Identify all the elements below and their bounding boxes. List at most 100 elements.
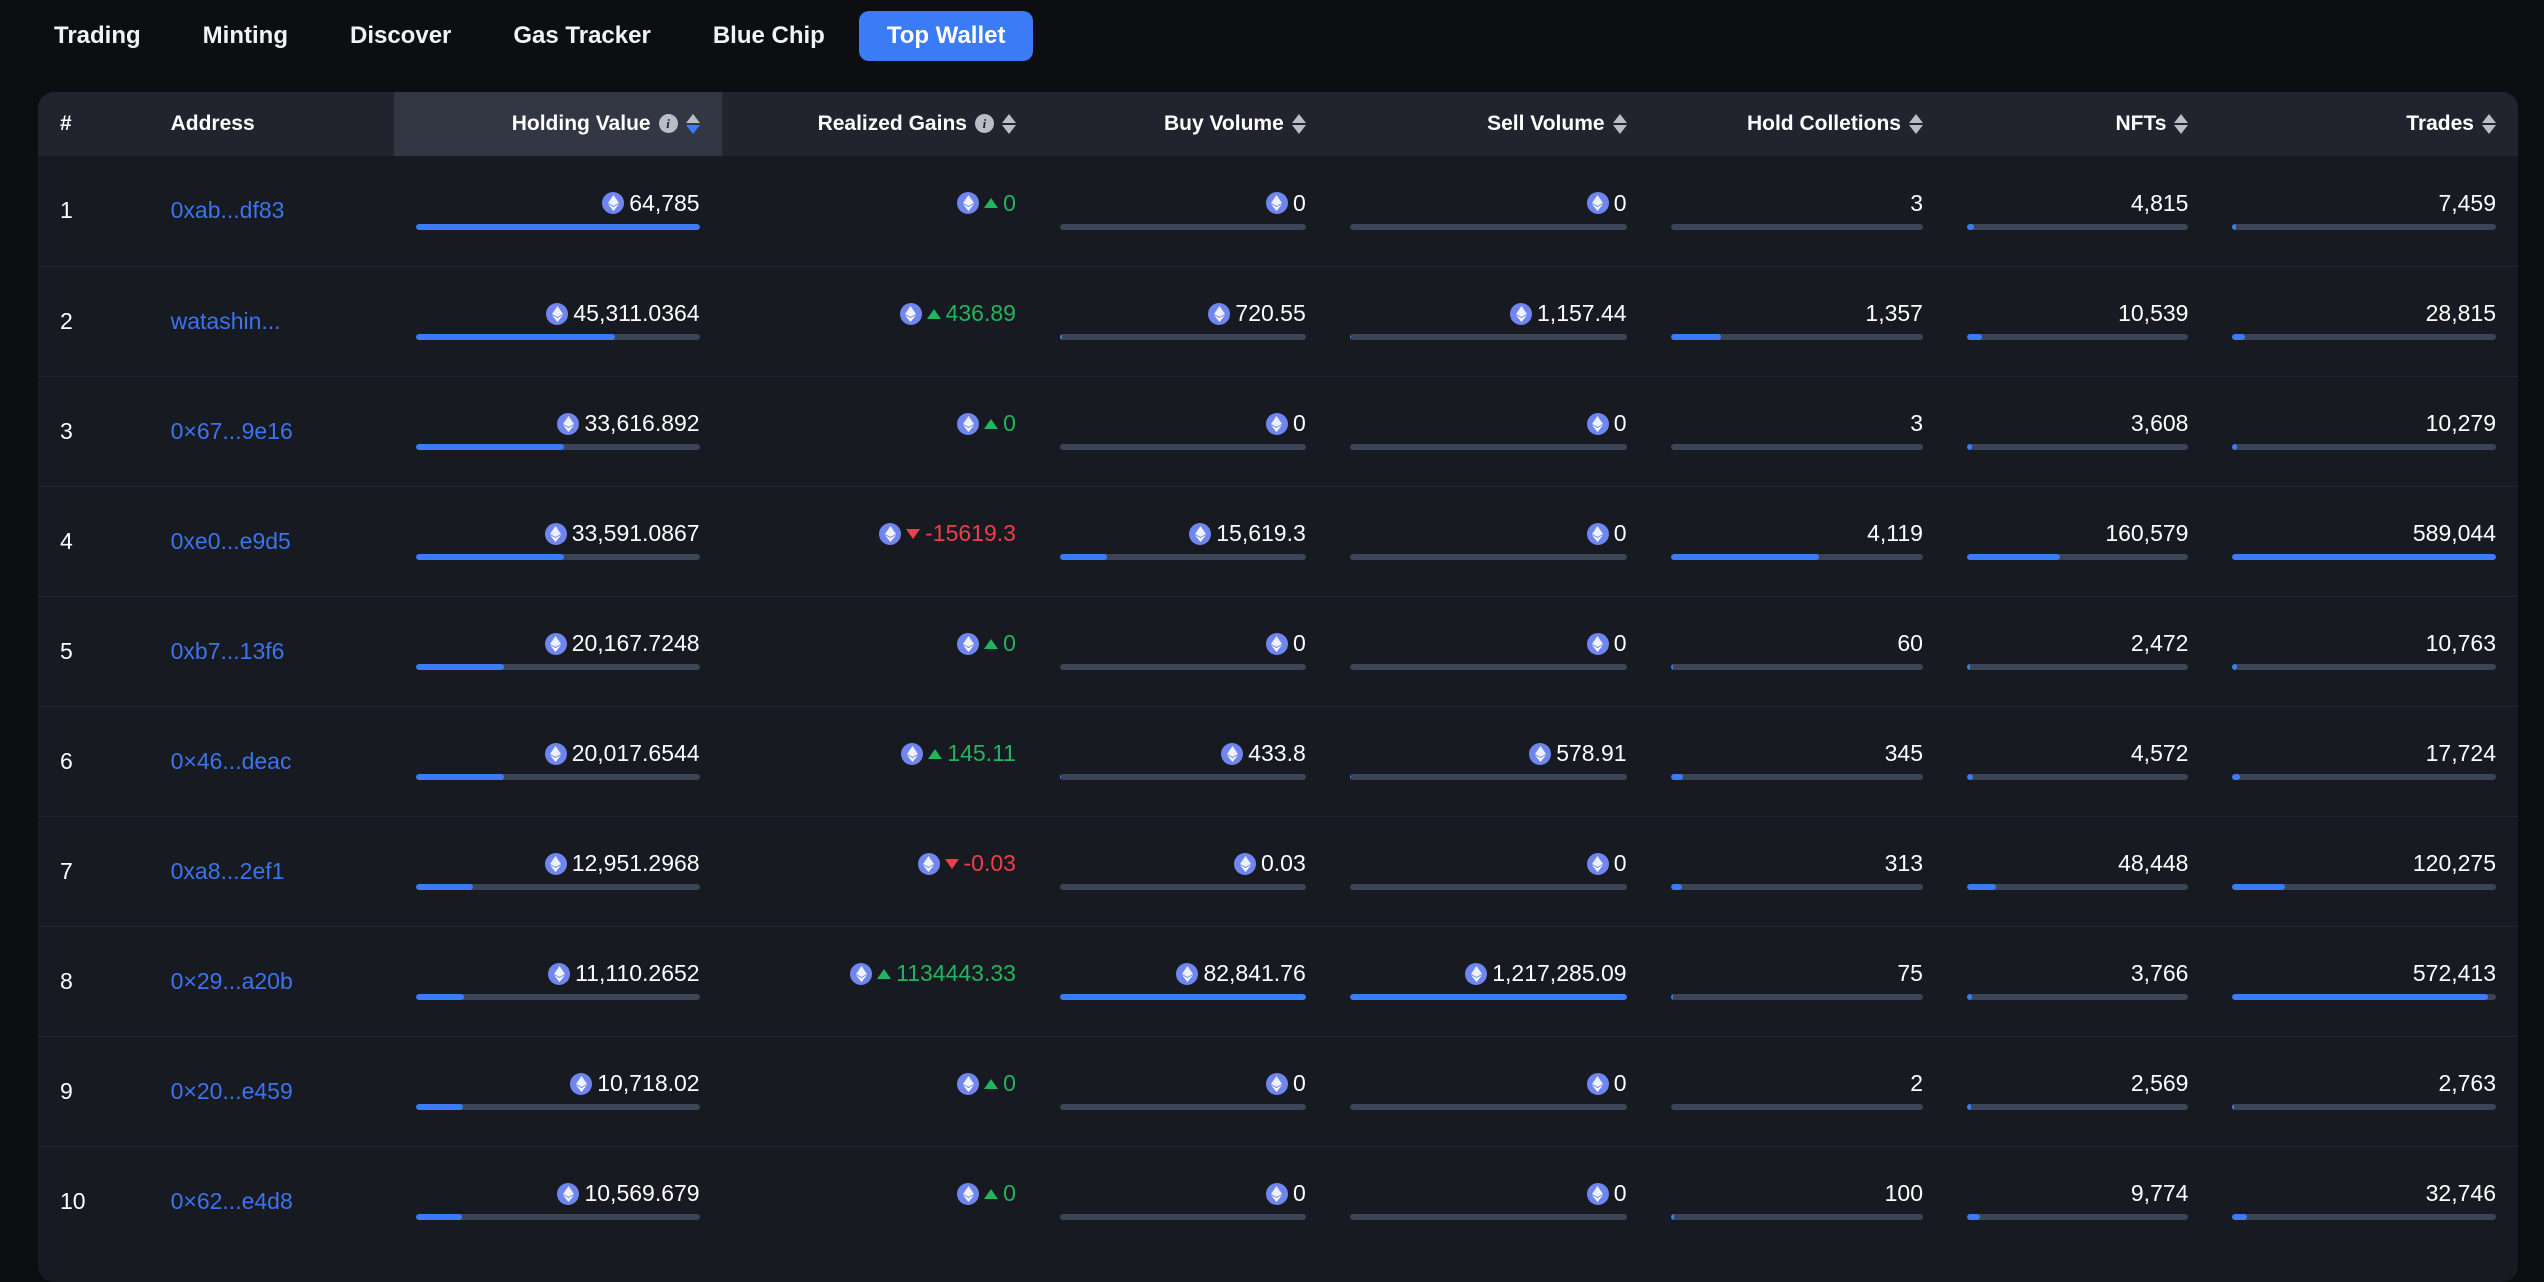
metric-value-text: 10,569.679	[584, 1182, 699, 1205]
cell-address-link[interactable]: 0xab...df83	[149, 156, 395, 266]
cell-buy: 720.55	[1038, 266, 1328, 376]
metric-progress-fill	[1671, 1214, 1675, 1220]
metric-progress-bar	[416, 1214, 699, 1220]
cell-address-link[interactable]: 0×29...a20b	[149, 926, 395, 1036]
sort-arrows-icon[interactable]	[686, 114, 700, 134]
metric-wrapper: -15619.3	[744, 522, 1016, 560]
eth-token-icon	[957, 192, 979, 214]
metric-value-text: 145.11	[947, 742, 1016, 765]
cell-buy: 0	[1038, 376, 1328, 486]
sort-arrows-icon[interactable]	[2174, 114, 2188, 134]
cell-address-link[interactable]: 0×62...e4d8	[149, 1146, 395, 1256]
metric-value: 7,459	[2438, 192, 2496, 215]
nav-item-gas-tracker[interactable]: Gas Tracker	[485, 11, 678, 61]
metric-value: 17,724	[2426, 742, 2496, 765]
cell-gain: -0.03	[722, 816, 1038, 926]
metric-value: 160,579	[2105, 522, 2188, 545]
table-row[interactable]: 70xa8...2ef112,951.2968-0.030.03031348,4…	[38, 816, 2518, 926]
metric-value: 0	[957, 192, 1016, 215]
cell-rank: 9	[38, 1036, 149, 1146]
metric-progress-fill	[1967, 444, 1972, 450]
eth-token-icon	[879, 523, 901, 545]
metric-progress-bar	[416, 884, 699, 890]
cell-address-link[interactable]: 0xb7...13f6	[149, 596, 395, 706]
metric-value-text: 0	[1293, 192, 1306, 215]
column-header-coll[interactable]: Hold Colletions	[1649, 92, 1945, 156]
nav-item-trading[interactable]: Trading	[26, 11, 169, 61]
cell-buy: 433.8	[1038, 706, 1328, 816]
metric-progress-fill	[1967, 334, 1982, 340]
metric-value: 10,279	[2426, 412, 2496, 435]
cell-gain: 0	[722, 156, 1038, 266]
metric-wrapper: 3,766	[1967, 962, 2188, 1000]
metric-progress-fill	[1967, 554, 2060, 560]
sort-arrows-icon[interactable]	[2482, 114, 2496, 134]
table-row[interactable]: 100×62...e4d810,569.6790001009,77432,746	[38, 1146, 2518, 1256]
metric-wrapper: 10,569.679	[416, 1182, 699, 1220]
nav-item-blue-chip[interactable]: Blue Chip	[685, 11, 853, 61]
cell-coll: 100	[1649, 1146, 1945, 1256]
metric-value: 2,763	[2438, 1072, 2496, 1095]
table-row[interactable]: 90×20...e45910,718.0200022,5692,763	[38, 1036, 2518, 1146]
sort-arrows-icon[interactable]	[1002, 114, 1016, 134]
column-header-nft[interactable]: NFTs	[1945, 92, 2210, 156]
sort-arrows-icon[interactable]	[1613, 114, 1627, 134]
table-row[interactable]: 50xb7...13f620,167.7248000602,47210,763	[38, 596, 2518, 706]
table-row[interactable]: 2watashin...45,311.0364436.89720.551,157…	[38, 266, 2518, 376]
metric-wrapper: 48,448	[1967, 852, 2188, 890]
metric-value: 0	[1266, 1072, 1306, 1095]
column-header-inner: Holding Value i	[512, 113, 700, 134]
cell-address-link[interactable]: 0×67...9e16	[149, 376, 395, 486]
metric-progress-fill	[2232, 224, 2235, 230]
column-header-buy[interactable]: Buy Volume	[1038, 92, 1328, 156]
column-header-gain[interactable]: Realized Gainsi	[722, 92, 1038, 156]
nav-item-top-wallet[interactable]: Top Wallet	[859, 11, 1034, 61]
column-header-sell[interactable]: Sell Volume	[1328, 92, 1649, 156]
table-row[interactable]: 30×67...9e1633,616.89200033,60810,279	[38, 376, 2518, 486]
metric-wrapper: 2	[1671, 1072, 1923, 1110]
column-header-trade[interactable]: Trades	[2210, 92, 2518, 156]
cell-address-link[interactable]: 0×20...e459	[149, 1036, 395, 1146]
top-wallet-table-card: #AddressHolding ValueiRealized GainsiBuy…	[38, 92, 2518, 1282]
info-icon[interactable]: i	[975, 114, 994, 133]
metric-value-text: 0	[1293, 632, 1306, 655]
column-header-inner: Trades	[2406, 113, 2496, 134]
metric-progress-bar	[2232, 444, 2496, 450]
metric-progress-fill	[1671, 334, 1721, 340]
cell-address-link[interactable]: 0×46...deac	[149, 706, 395, 816]
cell-address-link[interactable]: 0xa8...2ef1	[149, 816, 395, 926]
info-icon[interactable]: i	[659, 114, 678, 133]
metric-value: -0.03	[918, 852, 1016, 875]
table-row[interactable]: 60×46...deac20,017.6544145.11433.8578.91…	[38, 706, 2518, 816]
metric-value-text: 10,718.02	[597, 1072, 699, 1095]
metric-value: 0	[1587, 852, 1627, 875]
nav-item-minting[interactable]: Minting	[175, 11, 316, 61]
cell-trade: 7,459	[2210, 156, 2518, 266]
trend-up-icon	[984, 419, 998, 429]
nav-item-discover[interactable]: Discover	[322, 11, 479, 61]
table-row[interactable]: 10xab...df8364,78500034,8157,459	[38, 156, 2518, 266]
table-row[interactable]: 80×29...a20b11,110.26521134443.3382,841.…	[38, 926, 2518, 1036]
eth-token-icon	[557, 1183, 579, 1205]
sort-arrows-icon[interactable]	[1292, 114, 1306, 134]
metric-progress-bar	[416, 774, 699, 780]
cell-address-link[interactable]: watashin...	[149, 266, 395, 376]
cell-nft: 4,815	[1945, 156, 2210, 266]
metric-value-text: 0	[1293, 1072, 1306, 1095]
column-header-label: Holding Value	[512, 113, 651, 134]
column-header-label: Trades	[2406, 113, 2474, 134]
cell-hold: 11,110.2652	[394, 926, 721, 1036]
cell-rank: 5	[38, 596, 149, 706]
cell-coll: 60	[1649, 596, 1945, 706]
sort-arrows-icon[interactable]	[1909, 114, 1923, 134]
cell-coll: 3	[1649, 376, 1945, 486]
metric-progress-bar	[1967, 774, 2188, 780]
metric-progress-fill	[1671, 554, 1820, 560]
metric-value: 82,841.76	[1176, 962, 1305, 985]
cell-address-link[interactable]: 0xe0...e9d5	[149, 486, 395, 596]
table-row[interactable]: 40xe0...e9d533,591.0867-15619.315,619.30…	[38, 486, 2518, 596]
eth-token-icon	[850, 963, 872, 985]
cell-rank: 6	[38, 706, 149, 816]
metric-value: 0.03	[1234, 852, 1306, 875]
column-header-hold[interactable]: Holding Value i	[394, 92, 721, 156]
